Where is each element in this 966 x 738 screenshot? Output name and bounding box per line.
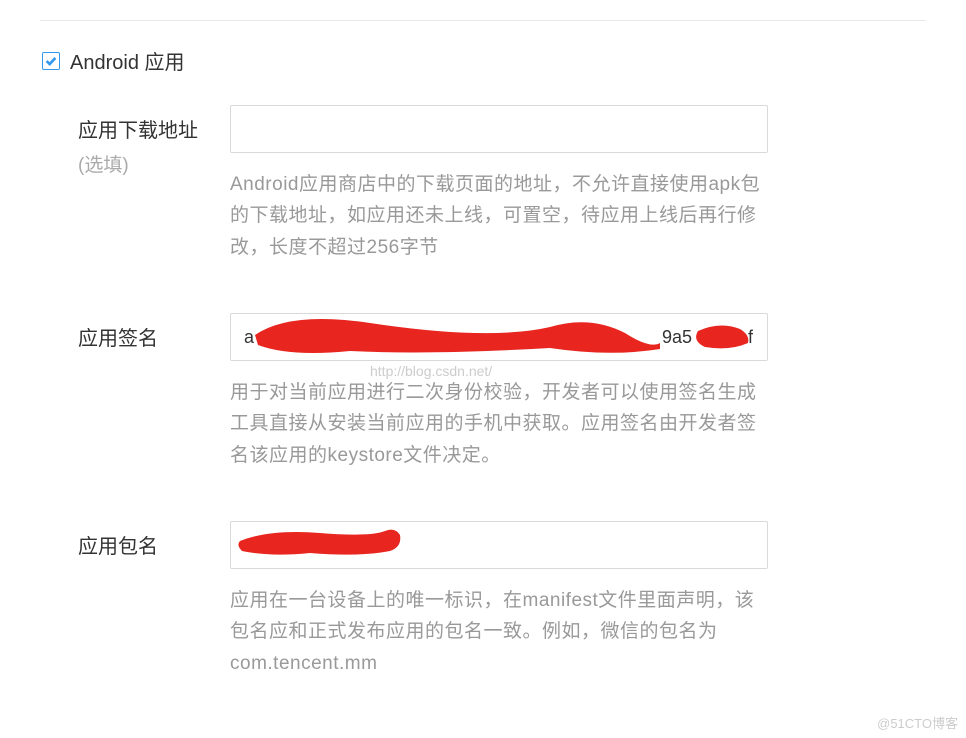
signature-label: 应用签名 [0, 313, 230, 355]
android-checkbox[interactable] [42, 52, 60, 70]
download-url-row: 应用下载地址 (选填) Android应用商店中的下载页面的地址，不允许直接使用… [0, 105, 966, 263]
package-row: 应用包名 应用在一台设备上的唯一标识，在manifest文件里面声明，该包名应和… [0, 521, 966, 679]
signature-row: 应用签名 a 9a5 f http://blog.csdn.net/ 用于对当前… [0, 313, 966, 471]
check-icon [44, 54, 58, 68]
download-url-label: 应用下载地址 (选填) [0, 105, 230, 181]
download-url-input[interactable] [230, 105, 768, 153]
download-url-label-text: 应用下载地址 [78, 120, 198, 142]
package-label: 应用包名 [0, 521, 230, 563]
android-section-header: Android 应用 [42, 46, 966, 75]
signature-content: a 9a5 f http://blog.csdn.net/ 用于对当前应用进行二… [230, 313, 828, 471]
top-divider [40, 20, 926, 21]
download-url-optional: (选填) [78, 151, 230, 181]
download-url-content: Android应用商店中的下载页面的地址，不允许直接使用apk包的下载地址，如应… [230, 105, 828, 263]
signature-help: 用于对当前应用进行二次身份校验，开发者可以使用签名生成工具直接从安装当前应用的手… [230, 377, 768, 471]
download-url-help: Android应用商店中的下载页面的地址，不允许直接使用apk包的下载地址，如应… [230, 169, 768, 263]
package-content: 应用在一台设备上的唯一标识，在manifest文件里面声明，该包名应和正式发布应… [230, 521, 828, 679]
package-input[interactable] [230, 521, 768, 569]
signature-input[interactable] [230, 313, 768, 361]
signature-label-text: 应用签名 [78, 328, 158, 350]
page-watermark: @51CTO博客 [877, 713, 958, 732]
signature-input-wrapper: a 9a5 f http://blog.csdn.net/ [230, 313, 768, 361]
package-input-wrapper [230, 521, 768, 569]
package-help: 应用在一台设备上的唯一标识，在manifest文件里面声明，该包名应和正式发布应… [230, 585, 768, 679]
section-title: Android 应用 [70, 46, 185, 75]
package-label-text: 应用包名 [78, 536, 158, 558]
